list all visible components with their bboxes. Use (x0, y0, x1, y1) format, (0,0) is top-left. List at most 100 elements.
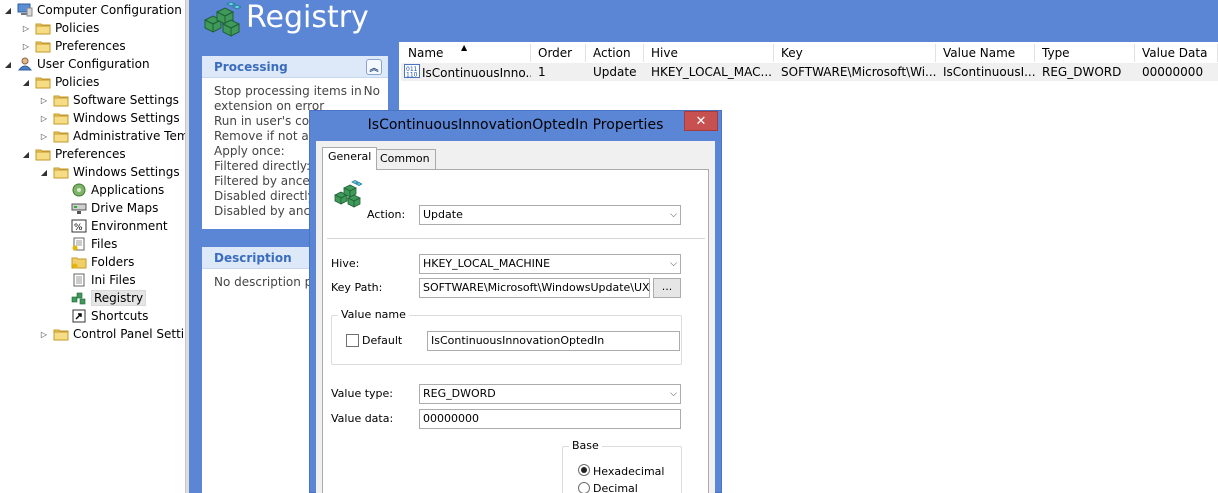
page-title: Registry (246, 0, 369, 35)
tab-general[interactable]: General (322, 147, 378, 170)
column-header[interactable]: Value Data (1135, 44, 1218, 62)
tab-common[interactable]: Common (374, 149, 436, 169)
tree-item[interactable]: ▷ Administrative Temp (38, 127, 185, 145)
chevron-down-icon: ⌵ (670, 210, 677, 220)
svg-text:%: % (74, 223, 83, 233)
tree-item[interactable]: ▷ Policies (20, 19, 99, 37)
processing-line-text: Run in user's cont (214, 114, 322, 128)
collapse-arrow-icon[interactable]: ◢ (2, 58, 14, 70)
tree-item[interactable]: ◢ Preferences (20, 145, 126, 163)
tree-item[interactable]: Registry (56, 289, 147, 307)
dialog-client-area: General Common Action: Update ⌵ Hive: HK… (316, 141, 715, 493)
properties-dialog: IsContinuousInnovationOptedIn Properties… (309, 110, 722, 493)
expand-arrow-icon[interactable]: ▷ (20, 40, 32, 52)
value-type-select[interactable]: REG_DWORD ⌵ (419, 384, 681, 404)
hive-select[interactable]: HKEY_LOCAL_MACHINE ⌵ (419, 254, 681, 274)
tree-item-label: Control Panel Setting (73, 327, 185, 341)
decimal-radio[interactable] (578, 482, 590, 493)
tree-item[interactable]: ◢ Windows Settings (38, 163, 180, 181)
base-group: Base Hexadecimal Decimal (562, 439, 682, 493)
collapse-arrow-icon[interactable]: ◢ (2, 4, 14, 16)
tree-item-label: Policies (55, 75, 100, 89)
column-header[interactable]: Order (531, 44, 586, 62)
value-type-value: REG_DWORD (423, 387, 496, 400)
processing-line-text: Filtered by ancest (214, 174, 321, 188)
cell-text: REG_DWORD (1042, 65, 1122, 79)
collapse-arrow-icon[interactable]: ◢ (20, 76, 32, 88)
value-data-input[interactable]: 00000000 (419, 409, 681, 429)
tree-item[interactable]: ◢ Computer Configuration (2, 1, 182, 19)
computer-icon (17, 3, 33, 17)
tree-item[interactable]: ◢ User Configuration (2, 55, 150, 73)
column-header-label: Value Name (943, 46, 1016, 60)
column-header[interactable]: Key (774, 44, 936, 62)
column-header-label: Value Data (1142, 46, 1208, 60)
tree-item[interactable]: Shortcuts (56, 307, 148, 325)
tree-item[interactable]: ▷ Windows Settings (38, 109, 180, 127)
column-header[interactable]: Action (586, 44, 644, 62)
browse-button[interactable]: ... (653, 278, 681, 298)
column-header[interactable]: Type (1035, 44, 1135, 62)
hive-label: Hive: (331, 257, 360, 270)
processing-line-text: Apply once: (214, 144, 285, 158)
column-header[interactable]: Value Name (936, 44, 1035, 62)
column-header[interactable]: Name ▲ (401, 43, 531, 62)
tree-item-label: Registry (91, 290, 147, 306)
tree-item[interactable]: Files (56, 235, 117, 253)
folders-icon (71, 255, 87, 269)
expand-arrow-icon[interactable]: ▷ (38, 328, 50, 340)
tree-item[interactable]: Drive Maps (56, 199, 158, 217)
divider (327, 238, 705, 239)
cell-text: IsContinuousI... (943, 65, 1035, 79)
user-icon (17, 57, 33, 71)
applications-icon (71, 183, 87, 197)
expand-arrow-icon[interactable]: ▷ (20, 22, 32, 34)
svg-text:110: 110 (406, 72, 418, 79)
key-path-label: Key Path: (331, 281, 383, 294)
expand-arrow-icon[interactable]: ▷ (38, 130, 50, 142)
hexadecimal-radio[interactable] (578, 464, 590, 476)
tree-item[interactable]: ▷ Software Settings (38, 91, 179, 109)
expand-arrow-icon[interactable]: ▷ (38, 112, 50, 124)
tree-item[interactable]: ◢ Policies (20, 73, 99, 91)
key-path-input[interactable]: SOFTWARE\Microsoft\WindowsUpdate\UX\Sett… (419, 278, 650, 298)
default-checkbox[interactable] (346, 334, 359, 347)
column-header-label: Key (781, 46, 803, 60)
collapse-icon[interactable]: ︽ (366, 59, 382, 75)
value-type-label: Value type: (331, 387, 393, 400)
header-banner: Registry (189, 0, 1218, 42)
tree-item[interactable]: ▷ Control Panel Setting (38, 325, 185, 343)
value-name-input[interactable]: IsContinuousInnovationOptedIn (427, 331, 680, 351)
dialog-title: IsContinuousInnovationOptedIn Properties (367, 117, 664, 133)
processing-line-text: Stop processing items in (214, 84, 362, 98)
folder-icon (35, 21, 51, 35)
processing-line-text: Disabled directly: (214, 189, 318, 203)
tree-item-label: Preferences (55, 147, 126, 161)
table-cell: 011 110 IsContinuousInno... (401, 64, 531, 81)
decimal-label: Decimal (593, 482, 638, 493)
collapse-arrow-icon[interactable]: ◢ (20, 148, 32, 160)
folder-icon (53, 165, 69, 179)
hive-value: HKEY_LOCAL_MACHINE (423, 257, 551, 270)
table-cell: IsContinuousI... (936, 64, 1035, 81)
folder-icon (35, 75, 51, 89)
column-header[interactable]: Hive (644, 44, 774, 62)
expand-arrow-icon[interactable]: ▷ (38, 94, 50, 106)
tree-item[interactable]: Applications (56, 181, 164, 199)
tree-item[interactable]: Ini Files (56, 271, 136, 289)
tree-item[interactable]: % Environment (56, 217, 168, 235)
folder-icon (53, 111, 69, 125)
tree-item[interactable]: ▷ Preferences (20, 37, 126, 55)
cell-text: IsContinuousInno... (422, 66, 531, 80)
chevron-down-icon: ⌵ (670, 389, 677, 399)
value-data-label: Value data: (331, 412, 394, 425)
close-button[interactable]: ✕ (684, 111, 718, 131)
action-select[interactable]: Update ⌵ (419, 205, 681, 225)
collapse-arrow-icon[interactable]: ◢ (38, 166, 50, 178)
tree-item[interactable]: Folders (56, 253, 134, 271)
registry-item-icon (332, 180, 363, 213)
column-header-label: Action (593, 46, 631, 60)
